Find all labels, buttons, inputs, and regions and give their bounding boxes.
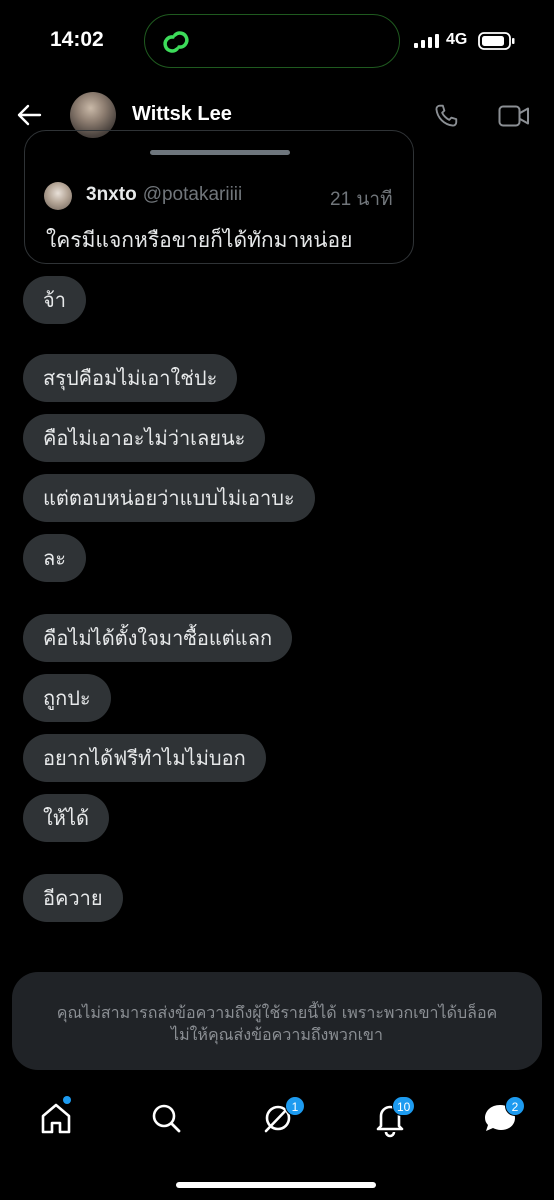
home-indicator[interactable] [176, 1182, 376, 1188]
signal-icon [414, 34, 439, 48]
message-bubble[interactable]: ให้ได้ [23, 794, 109, 842]
quoted-post-text: ใครมีแจกหรือขายก็ได้ทักมาหน่อย [46, 228, 353, 252]
quoted-post-display-name: 3nxto [86, 184, 137, 205]
network-label: 4G [446, 31, 468, 48]
blocked-notice-line: ไม่ให้คุณส่งข้อความถึงพวกเขา [171, 1025, 383, 1044]
link-icon [163, 31, 189, 53]
message-bubble[interactable]: คือไม่ได้ตั้งใจมาซื้อแต่แลก [23, 614, 293, 662]
home-icon[interactable] [36, 1098, 76, 1138]
phone-icon[interactable] [432, 102, 460, 130]
clock: 14:02 [50, 28, 104, 51]
drag-handle[interactable] [150, 150, 290, 155]
contact-name[interactable]: Wittsk Lee [132, 103, 232, 126]
quoted-post-time: 21 นาที [330, 189, 393, 210]
message-bubble[interactable]: คือไม่เอาอะไม่ว่าเลยนะ [23, 414, 266, 462]
search-icon[interactable] [146, 1098, 186, 1138]
home-notification-dot [63, 1096, 71, 1104]
quoted-post-avatar [44, 182, 72, 210]
grok-badge: 1 [285, 1096, 305, 1116]
quoted-post-handle: @potakariiii [142, 184, 243, 205]
message-bubble[interactable]: ละ [23, 534, 86, 582]
message-bubble[interactable]: แต่ตอบหน่อยว่าแบบไม่เอาบะ [23, 474, 315, 522]
message-bubble[interactable]: สรุปคือมไม่เอาใช่ปะ [23, 354, 238, 402]
message-bubble[interactable]: อีควาย [23, 874, 123, 922]
back-arrow-icon[interactable] [16, 102, 42, 128]
notifications-badge: 10 [392, 1096, 416, 1116]
message-bubble[interactable]: อยากได้ฟรีทำไมไม่บอก [23, 734, 266, 782]
battery-icon [478, 32, 515, 50]
messages-badge: 2 [505, 1096, 525, 1116]
quoted-post-author: 3nxto @potakariiii [86, 184, 242, 206]
blocked-notice: คุณไม่สามารถส่งข้อความถึงผู้ใช้รายนี้ได้… [12, 972, 542, 1070]
bottom-tab-bar [0, 1084, 554, 1154]
dynamic-island[interactable] [144, 14, 400, 68]
video-call-icon[interactable] [498, 104, 530, 128]
message-bubble[interactable]: ถูกปะ [23, 674, 111, 722]
message-bubble[interactable]: จ้า [23, 276, 86, 324]
status-bar: 14:02 4G [0, 0, 554, 84]
